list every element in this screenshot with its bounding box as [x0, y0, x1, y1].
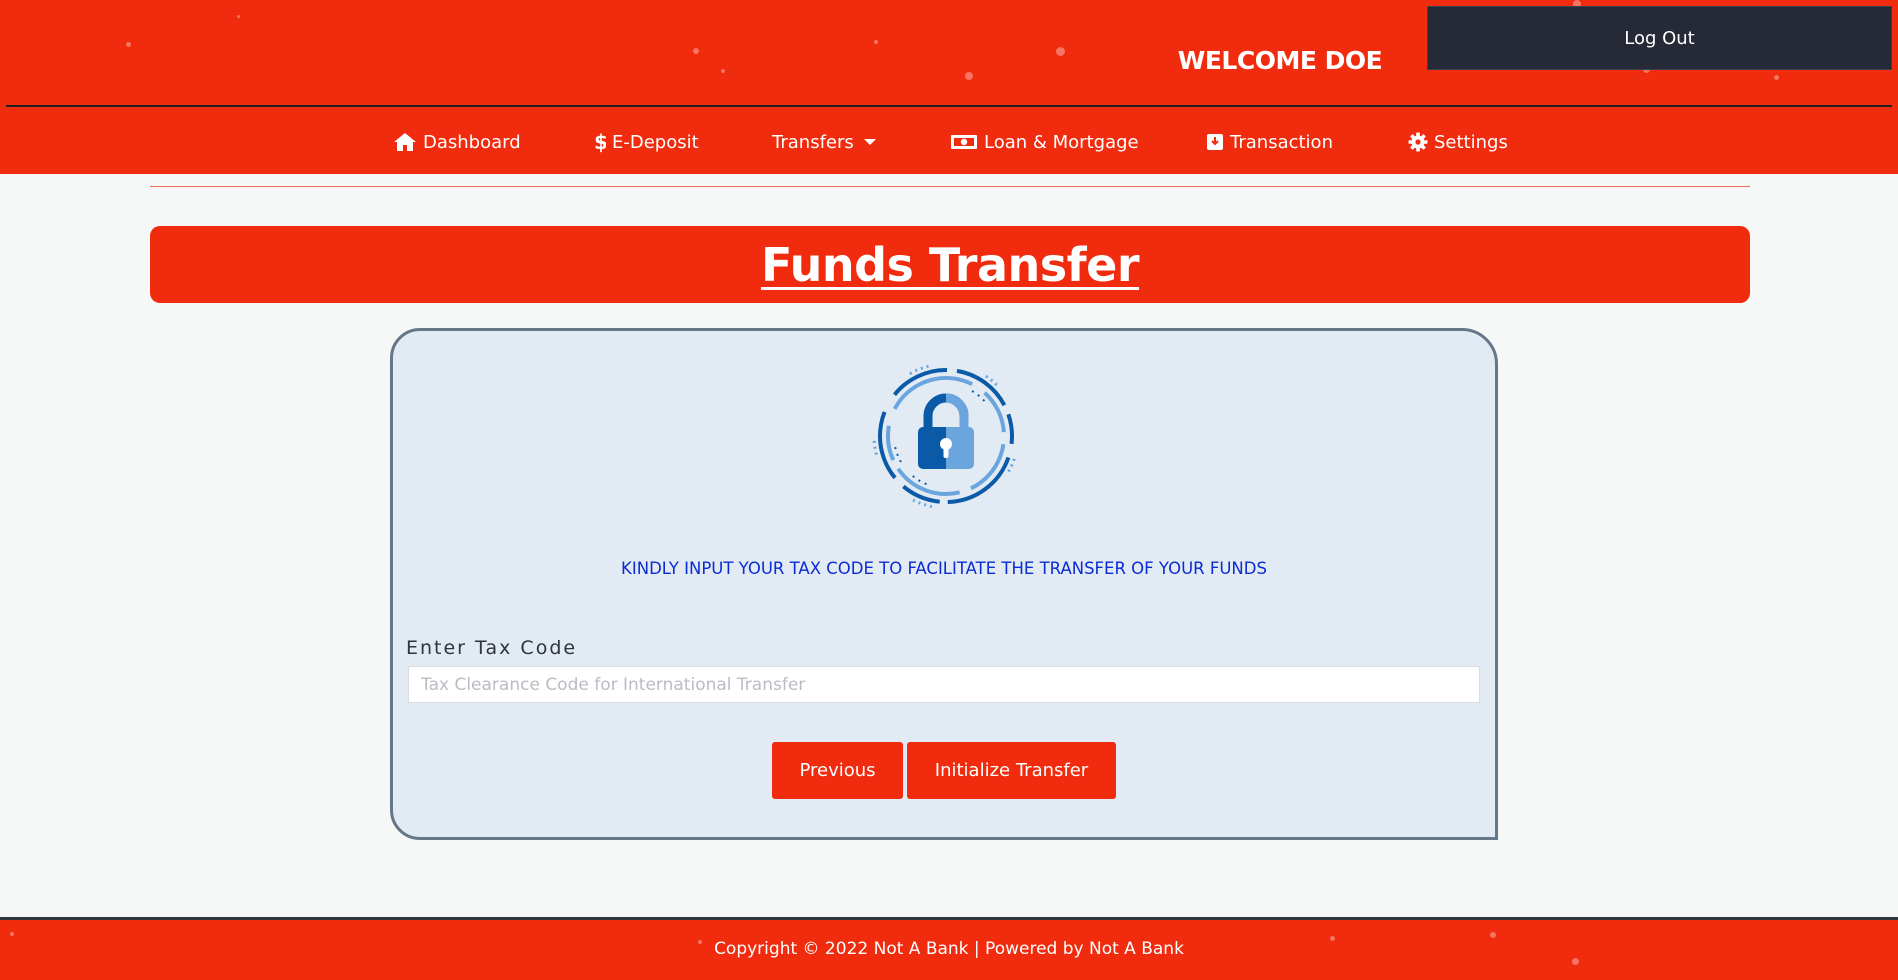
- nav-item-label: Loan & Mortgage: [984, 131, 1139, 153]
- previous-button[interactable]: Previous: [772, 742, 903, 799]
- nav-item-label: Settings: [1434, 131, 1508, 153]
- tax-code-input[interactable]: [408, 666, 1480, 703]
- page-title-bar: Funds Transfer: [150, 226, 1750, 303]
- decor-dot: [965, 72, 973, 80]
- footer-copyright: Copyright © 2022 Not A Bank | Powered by…: [714, 939, 1184, 959]
- nav-item-e-deposit[interactable]: $ E-Deposit: [594, 122, 699, 162]
- nav-item-label: Dashboard: [423, 131, 521, 153]
- decor-dot: [10, 932, 14, 936]
- nav-item-transfers[interactable]: Transfers: [772, 122, 882, 162]
- archive-icon: [1207, 134, 1223, 150]
- nav-item-settings[interactable]: Settings: [1408, 122, 1508, 162]
- header-divider: [6, 105, 1892, 107]
- logout-button[interactable]: Log Out: [1427, 6, 1892, 70]
- top-header: WELCOME DOE Log Out Dashboard $ E-Deposi…: [0, 0, 1898, 174]
- nav-item-label: E-Deposit: [612, 131, 699, 153]
- nav-item-label: Transfers: [772, 131, 854, 153]
- decor-dot: [1774, 75, 1779, 80]
- initialize-transfer-button[interactable]: Initialize Transfer: [907, 742, 1116, 799]
- nav-item-label: Transaction: [1230, 131, 1333, 153]
- decor-dot: [1572, 958, 1579, 965]
- gear-icon: [1408, 132, 1428, 152]
- security-lock-icon: [871, 361, 1021, 511]
- dollar-icon: $: [594, 131, 606, 153]
- page-title: Funds Transfer: [760, 237, 1140, 292]
- welcome-text: WELCOME DOE: [1177, 46, 1383, 75]
- tax-code-card: KINDLY INPUT YOUR TAX CODE TO FACILITATE…: [390, 328, 1498, 840]
- decor-dot: [693, 48, 699, 54]
- decor-dot: [126, 42, 131, 47]
- svg-text:$: $: [594, 131, 606, 153]
- money-bill-icon: [951, 135, 977, 149]
- decor-dot: [237, 15, 240, 18]
- nav-item-transaction[interactable]: Transaction: [1206, 122, 1333, 162]
- home-icon: [394, 133, 416, 151]
- main-nav: Dashboard $ E-Deposit Transfers Loan & M…: [0, 122, 1898, 162]
- decor-dot: [1490, 932, 1496, 938]
- nav-item-loan-mortgage[interactable]: Loan & Mortgage: [950, 122, 1139, 162]
- footer: Copyright © 2022 Not A Bank | Powered by…: [0, 920, 1898, 980]
- tax-code-label: Enter Tax Code: [406, 637, 578, 659]
- content-divider: [150, 186, 1750, 187]
- nav-item-dashboard[interactable]: Dashboard: [393, 122, 521, 162]
- decor-dot: [721, 69, 725, 73]
- decor-dot: [874, 40, 878, 44]
- tax-code-notice: KINDLY INPUT YOUR TAX CODE TO FACILITATE…: [621, 559, 1267, 578]
- decor-dot: [1056, 47, 1065, 56]
- caret-down-icon: [863, 139, 876, 145]
